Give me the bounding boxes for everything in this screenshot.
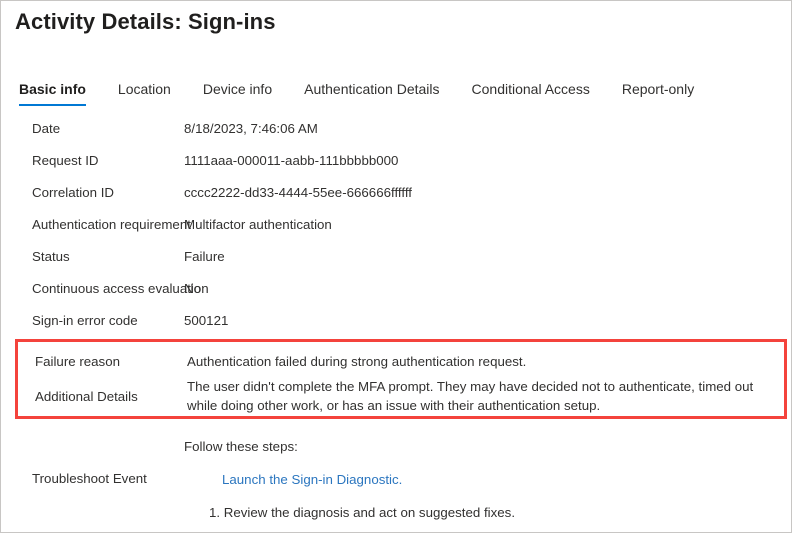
basic-info-details: Date 8/18/2023, 7:46:06 AM Request ID 11…: [1, 113, 792, 337]
detail-label: Correlation ID: [1, 177, 184, 209]
detail-label: Failure reason: [18, 354, 187, 369]
tab-basic-info[interactable]: Basic info: [19, 81, 102, 106]
tab-report-only[interactable]: Report-only: [622, 81, 710, 106]
detail-label: Authentication requirement: [1, 209, 184, 241]
detail-row-failure-reason: Failure reason Authentication failed dur…: [18, 342, 784, 376]
detail-label: Sign-in error code: [1, 305, 184, 337]
tab-bar: Basic info Location Device info Authenti…: [19, 81, 726, 106]
detail-value: 500121: [184, 305, 792, 337]
detail-row-authentication-requirement: Authentication requirement Multifactor a…: [1, 209, 792, 241]
detail-row-sign-in-error-code: Sign-in error code 500121: [1, 305, 792, 337]
tab-authentication-details[interactable]: Authentication Details: [304, 81, 455, 106]
failure-highlight-box: Failure reason Authentication failed dur…: [15, 339, 787, 419]
detail-row-continuous-access-evaluation: Continuous access evaluation No: [1, 273, 792, 305]
activity-details-panel: Activity Details: Sign-ins Basic info Lo…: [0, 0, 792, 533]
detail-row-request-id: Request ID 1111aaa-000011-aabb-111bbbbb0…: [1, 145, 792, 177]
troubleshoot-content: Follow these steps: Launch the Sign-in D…: [184, 438, 792, 521]
detail-value: Multifactor authentication: [184, 209, 792, 241]
troubleshoot-label: Troubleshoot Event: [1, 438, 184, 486]
detail-value: Authentication failed during strong auth…: [187, 352, 784, 371]
detail-value: The user didn't complete the MFA prompt.…: [187, 377, 784, 415]
detail-row-status: Status Failure: [1, 241, 792, 273]
tab-conditional-access[interactable]: Conditional Access: [472, 81, 606, 106]
detail-row-additional-details: Additional Details The user didn't compl…: [18, 376, 784, 416]
launch-sign-in-diagnostic-link[interactable]: Launch the Sign-in Diagnostic.: [184, 471, 792, 504]
troubleshoot-intro: Follow these steps:: [184, 438, 792, 471]
detail-label: Request ID: [1, 145, 184, 177]
detail-value: 1111aaa-000011-aabb-111bbbbb000: [184, 145, 792, 177]
troubleshoot-step-1: 1. Review the diagnosis and act on sugge…: [184, 504, 792, 521]
detail-value: cccc2222-dd33-4444-55ee-666666ffffff: [184, 177, 792, 209]
detail-row-date: Date 8/18/2023, 7:46:06 AM: [1, 113, 792, 145]
detail-row-correlation-id: Correlation ID cccc2222-dd33-4444-55ee-6…: [1, 177, 792, 209]
detail-value: 8/18/2023, 7:46:06 AM: [184, 113, 792, 145]
detail-value: No: [184, 273, 792, 305]
detail-value: Failure: [184, 241, 792, 273]
tab-device-info[interactable]: Device info: [203, 81, 288, 106]
detail-label: Additional Details: [18, 389, 187, 404]
page-title: Activity Details: Sign-ins: [15, 9, 276, 35]
tab-location[interactable]: Location: [118, 81, 187, 106]
detail-label: Status: [1, 241, 184, 273]
detail-label: Date: [1, 113, 184, 145]
detail-label: Continuous access evaluation: [1, 273, 184, 305]
troubleshoot-event-section: Troubleshoot Event Follow these steps: L…: [1, 438, 792, 521]
